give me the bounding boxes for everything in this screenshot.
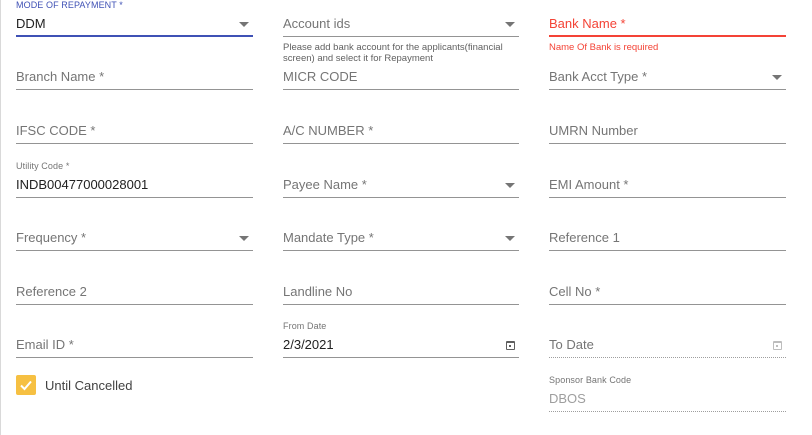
umrn-number-underline bbox=[549, 143, 786, 144]
chevron-down-icon bbox=[239, 22, 249, 27]
utility-code-label: Utility Code * bbox=[16, 161, 70, 171]
bank-name-underline bbox=[549, 35, 786, 37]
mandate-type-select[interactable]: Mandate Type * bbox=[283, 220, 519, 260]
email-id-input[interactable]: Email ID * bbox=[16, 327, 253, 367]
landline-no-input[interactable]: Landline No bbox=[283, 274, 519, 314]
ac-number-input[interactable]: A/C NUMBER * bbox=[283, 113, 519, 153]
utility-code-input[interactable]: Utility Code * INDB00477000028001 bbox=[16, 161, 253, 207]
check-icon bbox=[20, 380, 32, 391]
calendar-icon[interactable] bbox=[506, 341, 515, 350]
frequency-underline bbox=[16, 250, 253, 251]
account-ids-underline bbox=[283, 36, 519, 37]
calendar-icon[interactable] bbox=[773, 341, 782, 350]
micr-code-underline bbox=[283, 89, 519, 90]
cell-no-input[interactable]: Cell No * bbox=[549, 274, 786, 314]
emi-amount-underline bbox=[549, 197, 786, 198]
reference-2-label: Reference 2 bbox=[16, 284, 87, 299]
umrn-number-label: UMRN Number bbox=[549, 123, 638, 138]
payee-name-select[interactable]: Payee Name * bbox=[283, 167, 519, 207]
account-ids-label: Account ids bbox=[283, 16, 351, 31]
payee-name-underline bbox=[283, 197, 519, 198]
umrn-number-input[interactable]: UMRN Number bbox=[549, 113, 786, 153]
reference-1-input[interactable]: Reference 1 bbox=[549, 220, 786, 260]
chevron-down-icon bbox=[239, 236, 249, 241]
from-date-value: 2/3/2021 bbox=[283, 337, 334, 352]
sponsor-bank-code-label: Sponsor Bank Code bbox=[549, 375, 632, 385]
mandate-type-label: Mandate Type * bbox=[283, 230, 374, 245]
to-date-underline bbox=[549, 357, 786, 358]
email-id-underline bbox=[16, 357, 253, 358]
ifsc-code-underline bbox=[16, 143, 253, 144]
reference-2-input[interactable]: Reference 2 bbox=[16, 274, 253, 314]
landline-no-label: Landline No bbox=[283, 284, 353, 299]
sponsor-bank-code-underline bbox=[549, 411, 786, 412]
from-date-underline bbox=[283, 357, 519, 358]
sponsor-bank-code-input: Sponsor Bank Code DBOS bbox=[549, 375, 786, 421]
branch-name-label: Branch Name * bbox=[16, 69, 105, 84]
mode-of-repayment-label: MODE OF REPAYMENT * bbox=[16, 0, 123, 10]
emi-amount-label: EMI Amount * bbox=[549, 177, 629, 192]
bank-acct-type-select[interactable]: Bank Acct Type * bbox=[549, 59, 786, 99]
frequency-select[interactable]: Frequency * bbox=[16, 220, 253, 260]
chevron-down-icon bbox=[505, 236, 515, 241]
ifsc-code-label: IFSC CODE * bbox=[16, 123, 96, 138]
bank-name-error: Name Of Bank is required bbox=[549, 42, 659, 53]
utility-code-value: INDB00477000028001 bbox=[16, 177, 149, 192]
until-cancelled-checkbox[interactable] bbox=[16, 375, 36, 395]
sponsor-bank-code-value: DBOS bbox=[549, 391, 586, 406]
from-date-input[interactable]: From Date 2/3/2021 bbox=[283, 321, 519, 367]
landline-no-underline bbox=[283, 304, 519, 305]
ifsc-code-input[interactable]: IFSC CODE * bbox=[16, 113, 253, 153]
chevron-down-icon bbox=[505, 22, 515, 27]
mode-of-repayment-underline bbox=[16, 35, 253, 37]
frequency-label: Frequency * bbox=[16, 230, 87, 245]
utility-code-underline bbox=[16, 197, 253, 198]
bank-name-input[interactable]: Bank Name * bbox=[549, 6, 786, 46]
bank-name-label: Bank Name * bbox=[549, 16, 626, 31]
until-cancelled-label: Until Cancelled bbox=[45, 378, 133, 393]
cell-no-label: Cell No * bbox=[549, 284, 601, 299]
from-date-label: From Date bbox=[283, 321, 327, 331]
reference-1-underline bbox=[549, 250, 786, 251]
payee-name-label: Payee Name * bbox=[283, 177, 367, 192]
chevron-down-icon bbox=[505, 183, 515, 188]
chevron-down-icon bbox=[772, 75, 782, 80]
reference-2-underline bbox=[16, 304, 253, 305]
micr-code-label: MICR CODE bbox=[283, 69, 358, 84]
mode-of-repayment-select[interactable]: MODE OF REPAYMENT * DDM bbox=[16, 0, 253, 46]
reference-1-label: Reference 1 bbox=[549, 230, 620, 245]
repayment-form: MODE OF REPAYMENT * DDM Account ids Plea… bbox=[0, 0, 812, 435]
micr-code-input[interactable]: MICR CODE bbox=[283, 59, 519, 99]
account-ids-select[interactable]: Account ids bbox=[283, 6, 519, 46]
to-date-label: To Date bbox=[549, 337, 594, 352]
ac-number-label: A/C NUMBER * bbox=[283, 123, 374, 138]
mode-of-repayment-value: DDM bbox=[16, 16, 46, 31]
to-date-input[interactable]: To Date bbox=[549, 327, 786, 367]
cell-no-underline bbox=[549, 304, 786, 305]
email-id-label: Email ID * bbox=[16, 337, 74, 352]
bank-acct-type-underline bbox=[549, 89, 786, 90]
bank-acct-type-label: Bank Acct Type * bbox=[549, 69, 648, 84]
form-left-border bbox=[0, 0, 1, 435]
mandate-type-underline bbox=[283, 250, 519, 251]
emi-amount-input[interactable]: EMI Amount * bbox=[549, 167, 786, 207]
branch-name-input[interactable]: Branch Name * bbox=[16, 59, 253, 99]
ac-number-underline bbox=[283, 143, 519, 144]
branch-name-underline bbox=[16, 89, 253, 90]
